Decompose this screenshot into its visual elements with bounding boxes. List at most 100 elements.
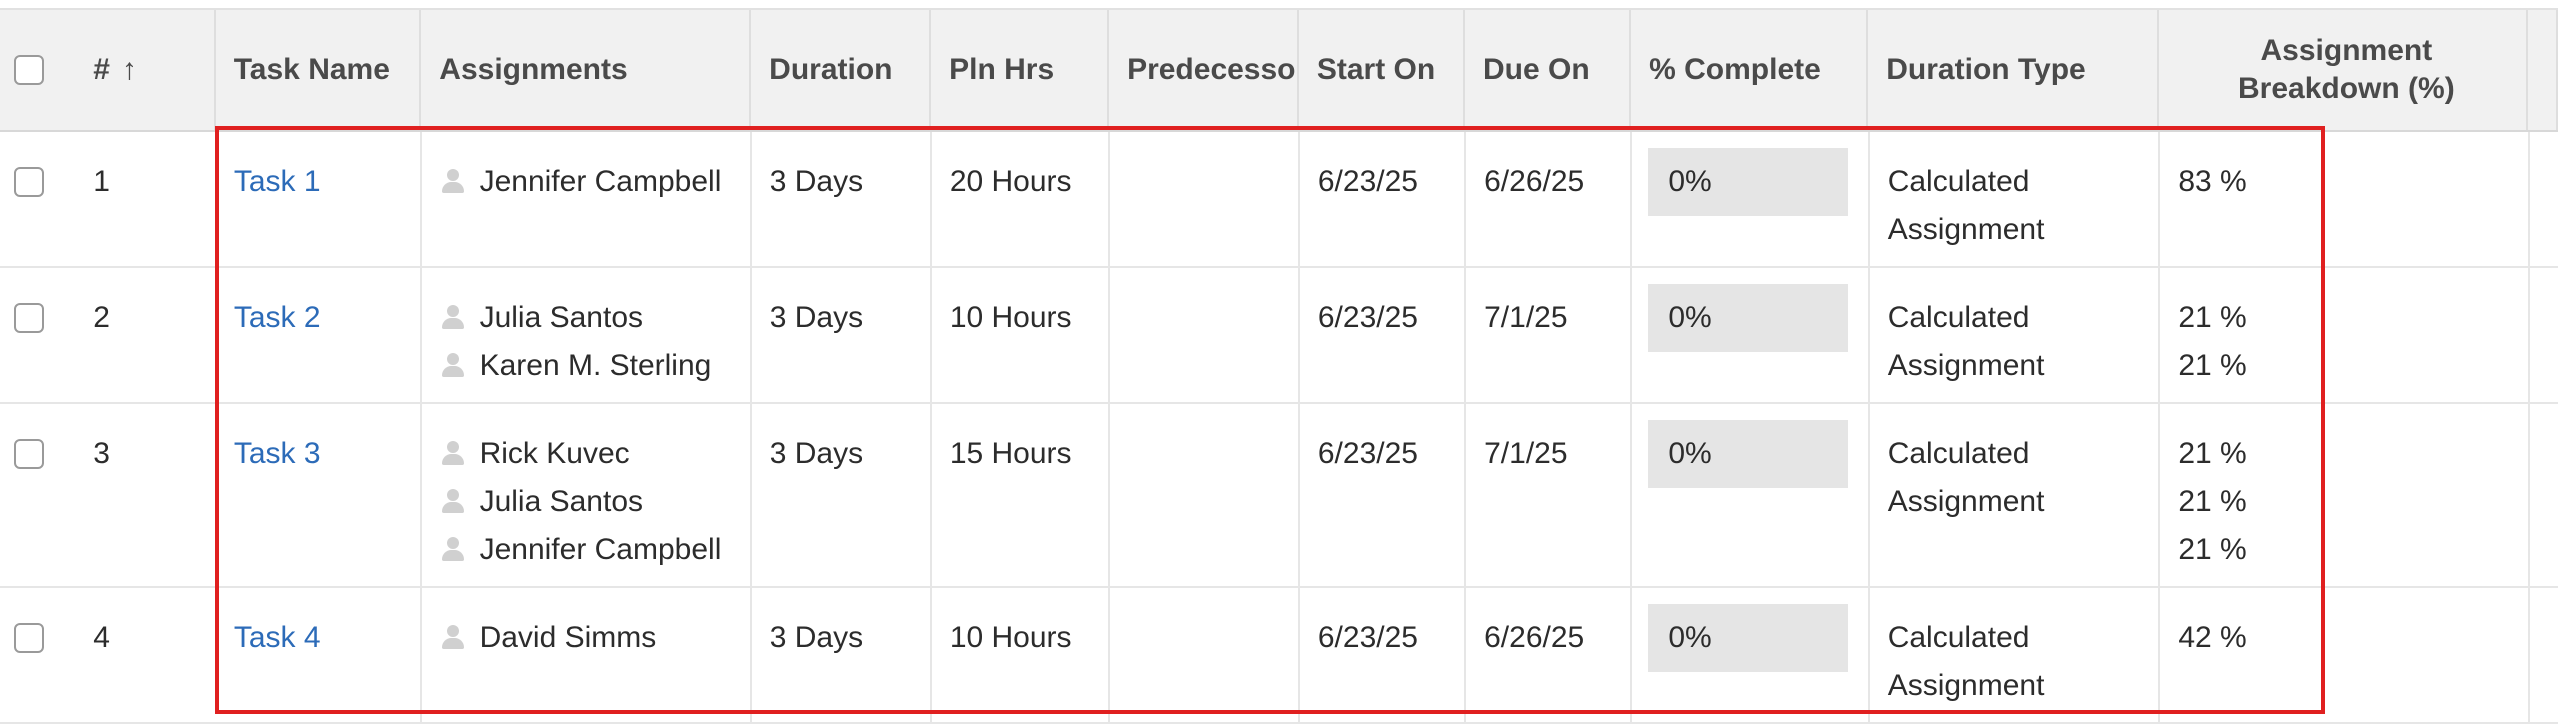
header-select-cell <box>0 10 67 130</box>
predecessors-cell[interactable] <box>1110 268 1300 402</box>
table-row[interactable]: 2 Task 2 Julia Santos Karen M. Sterling … <box>0 268 2558 404</box>
duration-cell[interactable]: 3 Days <box>752 268 932 402</box>
pln-hrs-cell[interactable]: 20 Hours <box>932 132 1110 266</box>
breakdown-value: 42 % <box>2178 621 2247 654</box>
duration-type-line: Assignment <box>1887 669 2045 702</box>
duration-type-line: Calculated <box>1887 621 2030 654</box>
duration-type-line: Assignment <box>1887 213 2045 246</box>
pct-complete-cell[interactable]: 0% <box>1632 588 1870 722</box>
pct-complete-cell[interactable]: 0% <box>1632 268 1870 402</box>
row-filler <box>2530 268 2558 402</box>
person-icon <box>440 303 466 333</box>
duration-type-cell[interactable]: Calculated Assignment <box>1870 404 2161 586</box>
select-all-checkbox[interactable] <box>13 55 44 85</box>
assignments-cell[interactable]: Jennifer Campbell <box>422 132 752 266</box>
predecessors-cell[interactable] <box>1110 132 1300 266</box>
assignee-name: Rick Kuvec <box>479 437 630 470</box>
assignee[interactable]: Julia Santos <box>440 478 740 526</box>
assignee[interactable]: David Simms <box>440 614 740 662</box>
assignee[interactable]: Julia Santos <box>440 294 740 342</box>
assignee[interactable]: Rick Kuvec <box>440 430 740 478</box>
assignment-breakdown-cell: 21 % 21 % 21 % <box>2160 404 2530 586</box>
start-on-cell[interactable]: 6/23/25 <box>1300 404 1467 586</box>
duration-type-cell[interactable]: Calculated Assignment <box>1870 588 2161 722</box>
due-on-cell[interactable]: 6/26/25 <box>1466 588 1633 722</box>
duration-type-line: Calculated <box>1887 437 2030 470</box>
person-icon <box>440 535 466 565</box>
column-header-predecessors[interactable]: Predecessors <box>1109 10 1299 130</box>
task-name-link[interactable]: Task 2 <box>234 301 321 334</box>
task-name-link[interactable]: Task 4 <box>234 621 321 654</box>
table-row[interactable]: 1 Task 1 Jennifer Campbell 3 Days 20 Hou… <box>0 132 2558 268</box>
column-header-pln-hrs[interactable]: Pln Hrs <box>931 10 1110 130</box>
assignee[interactable]: Jennifer Campbell <box>440 526 740 574</box>
person-icon <box>440 623 466 653</box>
duration-type-cell[interactable]: Calculated Assignment <box>1870 132 2161 266</box>
due-on-cell[interactable]: 7/1/25 <box>1466 404 1633 586</box>
row-number: 2 <box>93 301 110 334</box>
task-name-cell: Task 2 <box>216 268 422 402</box>
pct-complete-field[interactable]: 0% <box>1648 284 1849 352</box>
start-on-cell[interactable]: 6/23/25 <box>1300 588 1467 722</box>
sort-ascending-icon[interactable]: ↑ <box>122 46 137 94</box>
pct-complete-field[interactable]: 0% <box>1648 148 1849 216</box>
duration-type-cell[interactable]: Calculated Assignment <box>1870 268 2161 402</box>
row-checkbox[interactable] <box>13 303 44 333</box>
pln-hrs-cell[interactable]: 10 Hours <box>932 268 1110 402</box>
duration-type-line: Assignment <box>1887 349 2045 382</box>
row-checkbox[interactable] <box>13 623 44 653</box>
row-filler <box>2530 132 2558 266</box>
header-filler <box>2528 10 2558 130</box>
row-checkbox[interactable] <box>13 439 44 469</box>
column-header-start-on[interactable]: Start On <box>1299 10 1465 130</box>
pct-complete-cell[interactable]: 0% <box>1632 132 1870 266</box>
column-header-due-on[interactable]: Due On <box>1465 10 1632 130</box>
predecessors-cell[interactable] <box>1110 404 1300 586</box>
task-name-cell: Task 1 <box>216 132 422 266</box>
column-header-duration-type[interactable]: Duration Type <box>1868 10 2159 130</box>
assignee[interactable]: Jennifer Campbell <box>440 158 740 206</box>
column-header-duration[interactable]: Duration <box>751 10 932 130</box>
table-row[interactable]: 4 Task 4 David Simms 3 Days 10 Hours 6/2… <box>0 588 2558 724</box>
duration-cell[interactable]: 3 Days <box>752 132 932 266</box>
due-on-cell[interactable]: 6/26/25 <box>1466 132 1633 266</box>
pln-hrs-cell[interactable]: 10 Hours <box>932 588 1110 722</box>
breakdown-value: 21 % <box>2178 349 2247 382</box>
due-on-cell[interactable]: 7/1/25 <box>1466 268 1633 402</box>
column-header-task-name[interactable]: Task Name <box>216 10 422 130</box>
table-row[interactable]: 3 Task 3 Rick Kuvec Julia Santos Jennife… <box>0 404 2558 588</box>
assignment-breakdown-cell: 21 % 21 % <box>2160 268 2530 402</box>
assignment-breakdown-cell: 83 % <box>2160 132 2530 266</box>
assignments-cell[interactable]: Julia Santos Karen M. Sterling <box>422 268 752 402</box>
row-checkbox[interactable] <box>13 167 44 197</box>
row-select-cell <box>0 588 67 722</box>
pln-hrs-cell[interactable]: 15 Hours <box>932 404 1110 586</box>
predecessors-cell[interactable] <box>1110 588 1300 722</box>
task-list-page: # ↑ Task Name Assignments Duration Pln H… <box>0 0 2558 724</box>
column-header-assignments[interactable]: Assignments <box>421 10 752 130</box>
duration-cell[interactable]: 3 Days <box>752 404 932 586</box>
person-icon <box>440 439 466 469</box>
start-on-cell[interactable]: 6/23/25 <box>1300 132 1467 266</box>
assignments-cell[interactable]: Rick Kuvec Julia Santos Jennifer Campbel… <box>422 404 752 586</box>
pct-complete-field[interactable]: 0% <box>1648 420 1849 488</box>
start-on-cell[interactable]: 6/23/25 <box>1300 268 1467 402</box>
assignee-name: Jennifer Campbell <box>479 165 722 198</box>
pct-complete-field[interactable]: 0% <box>1648 604 1849 672</box>
assignee-name: Julia Santos <box>479 485 644 518</box>
pct-complete-cell[interactable]: 0% <box>1632 404 1870 586</box>
assignee-name: Karen M. Sterling <box>479 349 712 382</box>
row-number: 4 <box>93 621 110 654</box>
task-name-link[interactable]: Task 1 <box>234 165 321 198</box>
breakdown-value: 83 % <box>2178 165 2247 198</box>
assignments-cell[interactable]: David Simms <box>422 588 752 722</box>
row-select-cell <box>0 132 67 266</box>
duration-cell[interactable]: 3 Days <box>752 588 932 722</box>
row-filler <box>2530 588 2558 722</box>
assignee[interactable]: Karen M. Sterling <box>440 342 740 390</box>
task-name-cell: Task 3 <box>216 404 422 586</box>
task-name-link[interactable]: Task 3 <box>234 437 321 470</box>
column-header-pct-complete[interactable]: % Complete <box>1631 10 1869 130</box>
column-header-number[interactable]: # ↑ <box>67 10 216 130</box>
column-header-assignment-breakdown[interactable]: Assignment Breakdown (%) <box>2159 10 2529 130</box>
